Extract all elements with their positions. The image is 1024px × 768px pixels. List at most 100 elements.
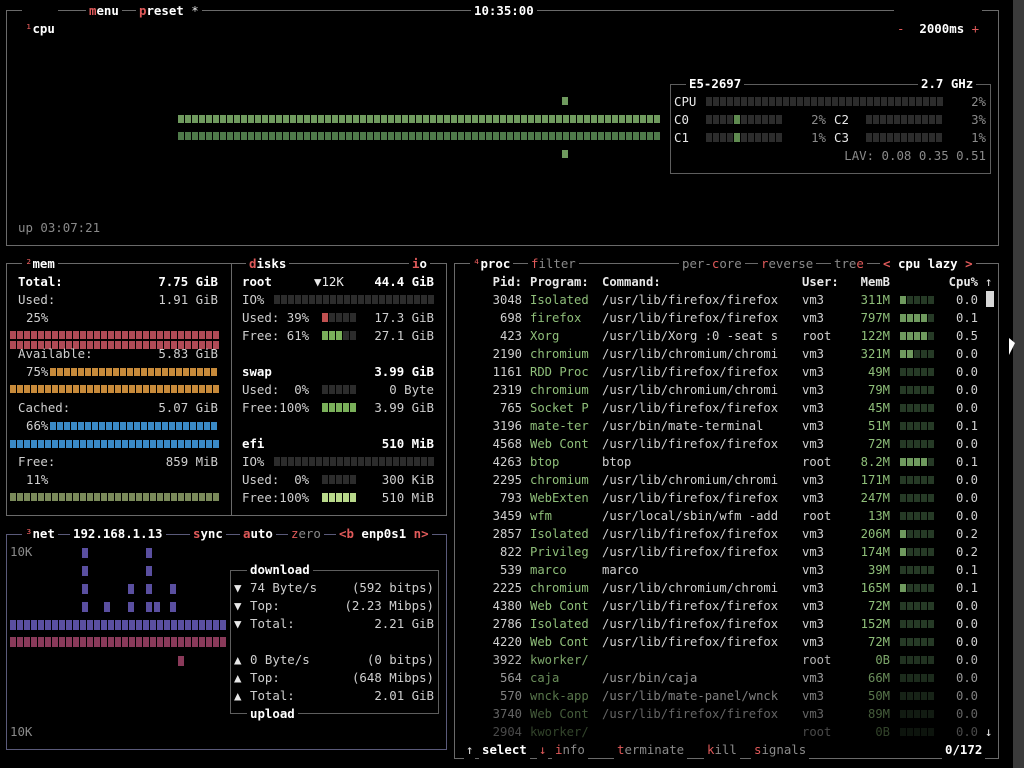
proc-row[interactable]: 698 firefox/usr/lib/firefox/firefox vm3 797… (456, 309, 996, 327)
net-graph-cell (73, 620, 79, 630)
proc-row[interactable]: 564 caja/usr/bin/caja vm3 66M 0.0 (456, 669, 996, 687)
proc-cell-command: /usr/lib/firefox/firefox (602, 491, 779, 505)
mem-panel-title[interactable]: ²mem (22, 255, 58, 273)
proc-row[interactable]: 4263 btop btop root 8.2M 0.1 (456, 453, 996, 471)
net-next-iface-button[interactable]: n> (414, 526, 429, 541)
cpu-panel-title[interactable]: ¹cpu (22, 2, 58, 38)
proc-tree-button[interactable]: tree (831, 255, 867, 273)
col-pid[interactable]: Pid: (456, 273, 522, 291)
proc-row[interactable]: 822 Privileg/usr/lib/firefox/firefox vm3 17… (456, 543, 996, 561)
proc-row[interactable]: 793 WebExten/usr/lib/firefox/firefox vm3 24… (456, 489, 996, 507)
cpu-preset-button[interactable]: preset * (136, 2, 202, 20)
info-button[interactable]: info (552, 741, 588, 759)
meter-cell (598, 132, 604, 140)
proc-percore-button[interactable]: per-core (679, 255, 745, 273)
cpu-menu-button[interactable]: menu (86, 2, 122, 20)
net-auto-button[interactable]: auto (240, 525, 276, 543)
proc-scroll-up-icon[interactable]: ↑ (985, 273, 992, 291)
kill-button[interactable]: kill (704, 741, 740, 759)
net-graph-cell (10, 620, 16, 630)
sparkline-cell (900, 566, 906, 574)
io-toggle-button[interactable]: io (409, 255, 430, 273)
footer-up-arrow[interactable]: ↑ (464, 741, 476, 759)
net-sync-button[interactable]: sync (190, 525, 226, 543)
disks-title[interactable]: disks (246, 255, 290, 273)
meter-cell (80, 493, 86, 501)
meter-cell (87, 385, 93, 393)
interval-decrease-button[interactable]: - (897, 21, 904, 36)
net-graph-cell (220, 637, 226, 647)
meter-cell (148, 368, 154, 376)
proc-row[interactable]: 539 marco marco vm3 39M 0.1 (456, 561, 996, 579)
footer-down-arrow[interactable]: ↓ (537, 741, 549, 759)
col-program[interactable]: Program: (530, 273, 589, 291)
sort-next-button[interactable]: > (965, 256, 972, 271)
proc-cell-cpu: 0.0 (955, 617, 978, 631)
net-panel-title[interactable]: ³net (22, 525, 58, 543)
meter-cell (52, 440, 58, 448)
meter-cell (528, 132, 534, 140)
meter-cell (409, 115, 415, 123)
sort-prev-button[interactable]: < (883, 256, 890, 271)
proc-row[interactable]: 570 wnck-app/usr/lib/mate-panel/wnck vm3 50… (456, 687, 996, 705)
meter-cell (360, 132, 366, 140)
proc-panel-title[interactable]: ⁴proc (470, 255, 514, 273)
proc-row[interactable]: 423 Xorg/usr/lib/Xorg :0 -seat s root 122M 0… (456, 327, 996, 345)
proc-row[interactable]: 2190 chromium/usr/lib/chromium/chromi vm3 3… (456, 345, 996, 363)
meter-cell (164, 493, 170, 501)
proc-row[interactable]: 1161 RDD Proc/usr/lib/firefox/firefox vm3 4… (456, 363, 996, 381)
net-graph-cell (129, 637, 135, 647)
meter-cell (866, 133, 872, 142)
proc-cell-program: Web Cont (530, 437, 589, 451)
meter-cell (444, 132, 450, 140)
tree-label: tre (834, 256, 857, 271)
proc-row[interactable]: 4220 Web Cont/usr/lib/firefox/firefox vm3 7… (456, 633, 996, 651)
proc-row[interactable]: 3740 Web Cont/usr/lib/firefox/firefox vm3 8… (456, 705, 996, 723)
proc-row[interactable]: 2295 chromium/usr/lib/chromium/chromi vm3 1… (456, 471, 996, 489)
proc-cell-command: /usr/lib/Xorg :0 -seat s (602, 329, 779, 343)
sparkline-cell (914, 368, 920, 376)
proc-row[interactable]: 3922 kworker/root 0B 0.0 (456, 651, 996, 669)
col-mem[interactable]: MemB (840, 273, 890, 291)
col-user[interactable]: User: (802, 273, 839, 291)
proc-filter-button[interactable]: filter (528, 255, 579, 273)
meter-cell (94, 385, 100, 393)
terminate-button[interactable]: terminate (614, 741, 688, 759)
meter-cell (923, 97, 929, 106)
col-command[interactable]: Command: (602, 273, 661, 291)
proc-cpu-sparkline (900, 710, 934, 718)
net-prev-iface-button[interactable]: <b (339, 526, 354, 541)
net-zero-button[interactable]: zero (288, 525, 324, 543)
meter-cell (654, 115, 660, 123)
proc-row[interactable]: 4380 Web Cont/usr/lib/firefox/firefox vm3 7… (456, 597, 996, 615)
meter-cell (915, 133, 921, 142)
proc-row[interactable]: 3459 wfm/usr/local/sbin/wfm -add root 13M 0.… (456, 507, 996, 525)
window-scrollbar[interactable] (1013, 0, 1024, 768)
net-graph-cell (59, 620, 65, 630)
meter-cell (94, 493, 100, 501)
sparkline-cell (914, 566, 920, 574)
proc-row[interactable]: 3196 mate-ter/usr/bin/mate-terminal vm3 51M… (456, 417, 996, 435)
sparkline-cell (921, 602, 927, 610)
meter-cell (92, 422, 98, 430)
meter-cell (372, 457, 378, 466)
proc-row[interactable]: 2786 Isolated/usr/lib/firefox/firefox vm3 1… (456, 615, 996, 633)
proc-row[interactable]: 4568 Web Cont/usr/lib/firefox/firefox vm3 7… (456, 435, 996, 453)
meter-cell (157, 440, 163, 448)
meter-cell (322, 475, 328, 484)
interval-increase-button[interactable]: + (972, 21, 979, 36)
select-button[interactable]: select (479, 741, 530, 759)
meter-cell (113, 422, 119, 430)
disk-name: efi (242, 436, 265, 451)
proc-row[interactable]: 2319 chromium/usr/lib/chromium/chromi vm3 7… (456, 381, 996, 399)
proc-row[interactable]: 2904 kworker/root 0B 0.0 (456, 723, 996, 741)
signals-button[interactable]: signals (751, 741, 810, 759)
proc-reverse-button[interactable]: reverse (758, 255, 817, 273)
proc-row[interactable]: 2857 Isolated/usr/lib/firefox/firefox vm3 2… (456, 525, 996, 543)
proc-row[interactable]: 2225 chromium/usr/lib/chromium/chromi vm3 1… (456, 579, 996, 597)
col-cpu[interactable]: Cpu% (936, 273, 978, 291)
proc-row[interactable]: 3048 Isolated/usr/lib/firefox/firefox vm3 3… (456, 291, 996, 309)
disk-used-value: 300 KiB (381, 472, 434, 487)
proc-row[interactable]: 765 Socket P/usr/lib/firefox/firefox vm3 45… (456, 399, 996, 417)
meter-cell (213, 385, 219, 393)
